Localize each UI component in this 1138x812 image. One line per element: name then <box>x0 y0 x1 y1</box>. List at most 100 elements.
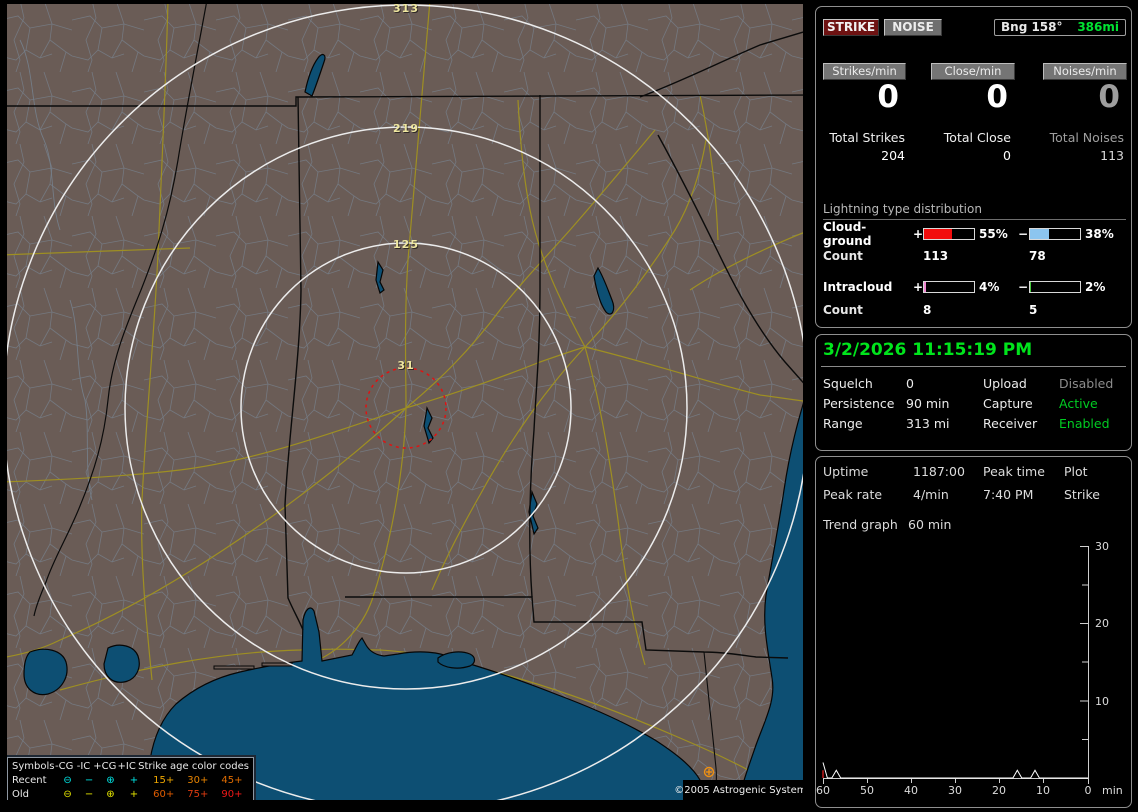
close-rate-value: 0 <box>986 79 1008 115</box>
upload-status: Disabled <box>1059 376 1114 391</box>
total-close-label: Total Close <box>943 130 1011 145</box>
trend-series-layer <box>822 762 1088 779</box>
datetime-divider <box>821 366 1126 367</box>
range-row: Range 313 mi Receiver Enabled <box>823 416 1127 431</box>
total-noises-label: Total Noises <box>1049 130 1124 145</box>
copyright-bar: ©2005 Astrogenic Systems <box>674 780 803 800</box>
noises-rate-value: 0 <box>1098 79 1120 115</box>
legend-recent-label: Recent <box>12 775 47 786</box>
plus-sign: + <box>913 226 924 241</box>
ic-minus-pct: 2% <box>1085 279 1106 294</box>
neg-cg-old-icon: ⊖ <box>63 789 72 800</box>
age-90: 90+ <box>221 789 243 800</box>
counters-panel: STRIKE NOISE Bng 158° 386mi Strikes/min … <box>815 6 1132 328</box>
strikes-rate-value: 0 <box>877 79 899 115</box>
trend-panel: Uptime 1187:00 Peak time Plot Peak rate … <box>815 456 1132 808</box>
neg-cg-recent-icon: ⊖ <box>63 775 72 786</box>
legend-col-pos-ic: +IC <box>117 761 136 772</box>
legend-col-neg-cg: -CG <box>54 761 74 772</box>
legend-header-row: Symbols -CG -IC +CG +IC Strike age color… <box>12 760 249 774</box>
x-axis-unit: min <box>1102 784 1123 797</box>
persistence-label: Persistence <box>823 396 895 411</box>
count-label: Count <box>823 303 863 317</box>
neg-ic-old-icon: − <box>84 789 94 800</box>
x-tick-40: 40 <box>904 784 918 797</box>
receiver-status: Enabled <box>1059 416 1110 431</box>
strike-toggle-button[interactable]: STRIKE <box>823 19 879 36</box>
neg-ic-recent-icon: − <box>84 775 94 786</box>
total-strikes-label: Total Strikes <box>829 130 905 145</box>
pos-ic-old-icon: + <box>129 789 139 800</box>
y-tick-20: 20 <box>1095 617 1109 630</box>
age-45: 45+ <box>221 775 243 786</box>
range-value: 313 mi <box>906 416 950 431</box>
cg-plus-pct: 55% <box>979 226 1008 241</box>
age-60: 60+ <box>153 789 175 800</box>
trend-axes <box>823 546 1089 784</box>
legend-old-label: Old <box>12 789 29 800</box>
legend-symbols-header: Symbols <box>12 761 55 772</box>
ic-plus-bar <box>923 280 975 293</box>
y-tick-10: 10 <box>1095 695 1109 708</box>
count-label: Count <box>823 249 863 263</box>
bearing-readout: Bng 158° 386mi <box>994 19 1126 36</box>
strikes-per-min-chip: Strikes/min <box>823 63 906 80</box>
distribution-heading: Lightning type distribution <box>823 202 982 216</box>
legend-age-header: Strike age color codes <box>138 761 249 772</box>
age-30: 30+ <box>187 775 209 786</box>
pos-ic-recent-icon: + <box>129 775 139 786</box>
symbols-legend: Symbols -CG -IC +CG +IC Strike age color… <box>7 755 256 800</box>
pos-cg-old-icon: ⊕ <box>106 789 115 800</box>
legend-col-pos-cg: +CG <box>93 761 117 772</box>
total-noises-value: 113 <box>1100 148 1124 163</box>
noises-per-min-chip: Noises/min <box>1043 63 1127 80</box>
legend-old-row: Old ⊖ − ⊕ + 60+ 75+ 90+ <box>12 788 249 800</box>
y-tick-30: 30 <box>1095 540 1109 553</box>
status-panel: 3/2/2026 11:15:19 PM Squelch 0 Upload Di… <box>815 334 1132 451</box>
intracloud-label: Intracloud <box>823 279 893 294</box>
datetime-display: 3/2/2026 11:15:19 PM <box>823 340 1033 360</box>
cloud-ground-label: Cloud-ground <box>823 219 872 248</box>
minus-sign: − <box>1018 226 1029 241</box>
cg-plus-count: 113 <box>923 249 949 263</box>
capture-label: Capture <box>983 396 1033 411</box>
legend-col-neg-ic: -IC <box>76 761 91 772</box>
ring-label-31: 31 <box>397 359 415 372</box>
persistence-value: 90 min <box>906 396 950 411</box>
capture-status: Active <box>1059 396 1098 411</box>
squelch-label: Squelch <box>823 376 873 391</box>
radar-map[interactable]: 313 219 125 31 ©2005 Astrogenic Systems … <box>7 4 803 800</box>
x-tick-50: 50 <box>860 784 874 797</box>
ic-minus-count: 5 <box>1029 303 1038 317</box>
x-tick-10: 10 <box>1036 784 1050 797</box>
ic-minus-bar <box>1029 280 1081 293</box>
age-75: 75+ <box>187 789 209 800</box>
cg-minus-count: 78 <box>1029 249 1046 263</box>
intracloud-row: Intracloud + 4% − 2% <box>823 279 1129 294</box>
trend-graph <box>822 546 1089 784</box>
noise-toggle-button[interactable]: NOISE <box>884 19 942 36</box>
cloud-ground-row: Cloud-ground + 55% − 38% <box>823 220 1129 248</box>
distance-value: 386mi <box>1077 20 1119 34</box>
total-close-value: 0 <box>1003 148 1011 163</box>
cg-minus-bar <box>1029 227 1081 240</box>
minus-sign: − <box>1018 279 1029 294</box>
upload-label: Upload <box>983 376 1027 391</box>
receiver-label: Receiver <box>983 416 1038 431</box>
cg-minus-pct: 38% <box>1085 226 1114 241</box>
x-tick-30: 30 <box>948 784 962 797</box>
legend-recent-row: Recent ⊖ − ⊕ + 15+ 30+ 45+ <box>12 774 249 788</box>
ic-plus-pct: 4% <box>979 279 1000 294</box>
plus-sign: + <box>913 279 924 294</box>
ic-plus-count: 8 <box>923 303 932 317</box>
x-tick-0: 0 <box>1084 784 1092 797</box>
persistence-row: Persistence 90 min Capture Active <box>823 396 1127 411</box>
age-15: 15+ <box>153 775 175 786</box>
squelch-value: 0 <box>906 376 914 391</box>
x-tick-20: 20 <box>992 784 1006 797</box>
bearing-value: Bng 158° <box>1001 20 1063 34</box>
ring-label-313: 313 <box>393 4 419 15</box>
range-label: Range <box>823 416 863 431</box>
x-tick-60: 60 <box>816 784 830 797</box>
cg-plus-bar <box>923 227 975 240</box>
